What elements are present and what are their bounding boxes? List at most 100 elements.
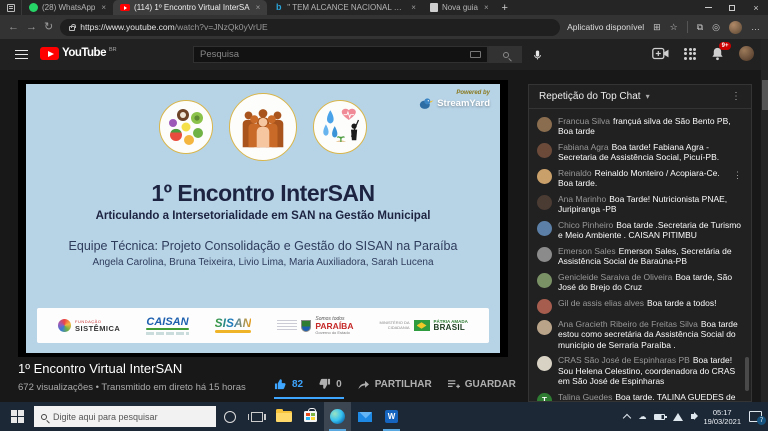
whatsapp-icon: [29, 3, 38, 12]
minimize-icon: [705, 7, 712, 8]
network-icon[interactable]: [673, 413, 683, 421]
message-options-button[interactable]: ⋮: [733, 170, 742, 181]
scrollbar-thumb[interactable]: [762, 80, 768, 110]
dislike-button[interactable]: 0: [318, 378, 342, 390]
logo-sisan: SISAN: [215, 318, 252, 333]
new-tab-button[interactable]: +: [496, 0, 514, 15]
slide-logo-strip: FUNDAÇÃOSISTÊMICA CAISAN SISAN Somos tod…: [37, 308, 489, 343]
chat-scrollbar[interactable]: [745, 357, 749, 391]
taskbar-search-input[interactable]: [53, 412, 209, 422]
avatar: [537, 273, 552, 288]
share-button[interactable]: PARTILHAR: [357, 379, 432, 390]
logo-governo-paraiba: Somos todosPARAÍBAGoverno do Estado: [277, 316, 353, 335]
word-button[interactable]: W: [378, 402, 405, 431]
chat-message: Chico PinheiroBoa tarde .Secretaria de T…: [537, 217, 744, 243]
tab-actions-button[interactable]: [0, 0, 22, 15]
cortana-button[interactable]: [216, 402, 243, 431]
chat-message: Fabiana AgraBoa tarde! Fabiana Agra - Se…: [537, 139, 744, 165]
chat-message: T Talina GuedesBoa tarde. TALINA GUEDES …: [537, 389, 744, 401]
chat-header: Repetição do Top Chat ▾ ⋮: [529, 85, 751, 109]
extensions-icon[interactable]: ◎: [712, 22, 720, 33]
forward-button[interactable]: →: [26, 22, 37, 33]
tab-bing-search[interactable]: b " TEM ALCANCE NACIONAL CO ×: [267, 0, 423, 15]
back-button[interactable]: ←: [8, 22, 19, 33]
avatar: [537, 143, 552, 158]
browser-profile-avatar[interactable]: [729, 21, 742, 34]
voice-search-button[interactable]: [532, 48, 543, 62]
chat-author: Francua Silva: [558, 116, 610, 126]
brazil-flag-icon: [414, 320, 430, 331]
onedrive-cloud-icon[interactable]: ☁: [638, 412, 646, 421]
search-field[interactable]: [193, 46, 488, 63]
close-tab-icon[interactable]: ×: [484, 3, 489, 12]
chat-menu-button[interactable]: ⋮: [731, 91, 741, 102]
time: 05:17: [713, 408, 732, 417]
app-available-label[interactable]: Aplicativo disponível: [567, 22, 644, 32]
page-icon: [430, 3, 438, 12]
paraiba-crest-icon: [301, 320, 311, 332]
avatar: [537, 356, 552, 371]
show-hidden-icons-chevron[interactable]: [623, 413, 631, 421]
close-tab-icon[interactable]: ×: [411, 3, 416, 12]
notifications-button[interactable]: 9+: [711, 46, 724, 61]
browser-menu-button[interactable]: …: [751, 22, 760, 32]
youtube-logo[interactable]: YouTube BR: [40, 47, 117, 60]
save-button[interactable]: GUARDAR: [447, 379, 516, 390]
tab-youtube-active[interactable]: (114) 1º Encontro Virtual InterSA ×: [113, 0, 267, 15]
task-view-button[interactable]: [243, 402, 270, 431]
slide-theme-icons: [26, 93, 500, 161]
microsoft-store-button[interactable]: [297, 402, 324, 431]
chat-mode-label[interactable]: Repetição do Top Chat: [539, 91, 641, 102]
minimize-button[interactable]: [696, 0, 720, 15]
close-tab-icon[interactable]: ×: [101, 3, 106, 12]
page-scrollbar[interactable]: [761, 39, 768, 402]
windows-logo-icon: [11, 410, 24, 423]
video-title: 1º Encontro Virtual InterSAN: [18, 361, 182, 376]
collections-icon[interactable]: ⧉: [697, 22, 703, 33]
stream-slide: Powered by StreamYard: [26, 84, 500, 353]
battery-icon[interactable]: [654, 414, 665, 420]
refresh-button[interactable]: ↻: [44, 22, 53, 33]
address-bar[interactable]: https://www.youtube.com/watch?v=JNzQk0yV…: [60, 19, 560, 36]
taskbar-clock[interactable]: 05:17 19/03/2021: [703, 408, 741, 426]
tab-new[interactable]: Nova guia ×: [423, 0, 496, 15]
mail-button[interactable]: [351, 402, 378, 431]
account-avatar[interactable]: [739, 46, 754, 61]
close-window-button[interactable]: ×: [744, 0, 768, 15]
start-button[interactable]: [0, 402, 34, 431]
favorites-star-icon[interactable]: ☆: [670, 22, 678, 33]
like-button[interactable]: 82: [274, 378, 303, 390]
search-button[interactable]: [488, 46, 522, 63]
tab-whatsapp[interactable]: (28) WhatsApp ×: [22, 0, 113, 15]
screen: (28) WhatsApp × (114) 1º Encontro Virtua…: [0, 0, 768, 431]
taskbar-search[interactable]: [34, 406, 216, 427]
youtube-country-code: BR: [109, 47, 117, 53]
chat-message: Gil de assis elias alvesBoa tarde a todo…: [537, 295, 744, 316]
slide-names-line: Angela Carolina, Bruna Teixeira, Livio L…: [26, 257, 500, 268]
maximize-button[interactable]: [720, 0, 744, 15]
speaker-icon[interactable]: [691, 414, 695, 419]
edge-button[interactable]: [324, 402, 351, 431]
store-icon: [304, 411, 317, 422]
menu-hamburger-button[interactable]: [15, 50, 28, 59]
chat-author: Talina Guedes: [558, 392, 612, 402]
chevron-down-icon[interactable]: ▾: [646, 92, 650, 101]
action-center-button[interactable]: 7: [749, 411, 762, 422]
thumb-up-icon: [274, 378, 287, 390]
keyboard-icon[interactable]: [470, 51, 481, 58]
date: 19/03/2021: [703, 417, 741, 426]
app-install-icon[interactable]: ⊞: [653, 22, 661, 33]
create-video-icon[interactable]: [652, 47, 669, 60]
apps-grid-icon[interactable]: [684, 48, 696, 60]
close-tab-icon[interactable]: ×: [256, 3, 261, 12]
search-input[interactable]: [200, 49, 465, 60]
file-explorer-button[interactable]: [270, 402, 297, 431]
window-controls: ×: [696, 0, 768, 15]
chat-author: Chico Pinheiro: [558, 220, 613, 230]
chat-author: CRAS São José de Espinharas PB: [558, 355, 690, 365]
chat-author: Emerson Sales: [558, 246, 616, 256]
chat-message-list[interactable]: Francua Silvafrançuá silva de São Bento …: [529, 110, 744, 401]
video-player[interactable]: Powered by StreamYard: [18, 80, 508, 357]
chat-message: Genicleide Saraiva de OliveiraBoa tarde,…: [537, 269, 744, 295]
chat-message: Emerson SalesEmerson Sales, Secretária d…: [537, 243, 744, 269]
